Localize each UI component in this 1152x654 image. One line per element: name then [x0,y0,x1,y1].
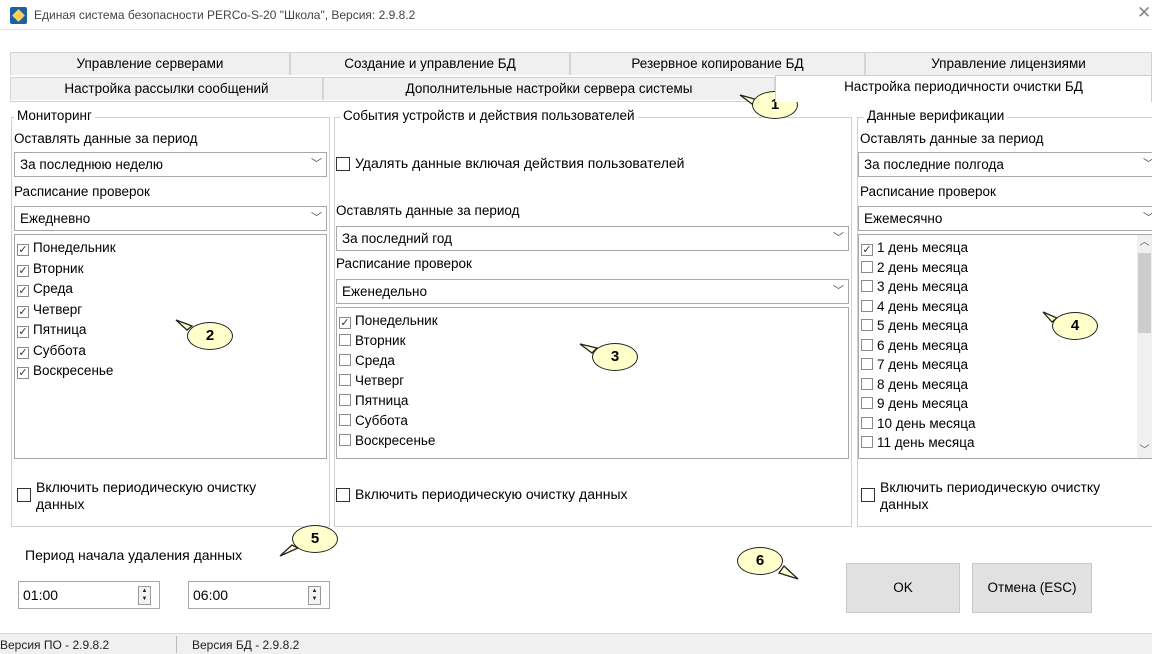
callout-4: 4 [1052,312,1098,340]
callout-3: 3 [592,343,638,371]
callout-5: 5 [292,525,338,553]
tab-db-cleanup-periodicity[interactable]: Настройка периодичности очистки БД [775,75,1152,102]
callout-2: 2 [187,322,233,350]
callout-6: 6 [737,547,783,575]
